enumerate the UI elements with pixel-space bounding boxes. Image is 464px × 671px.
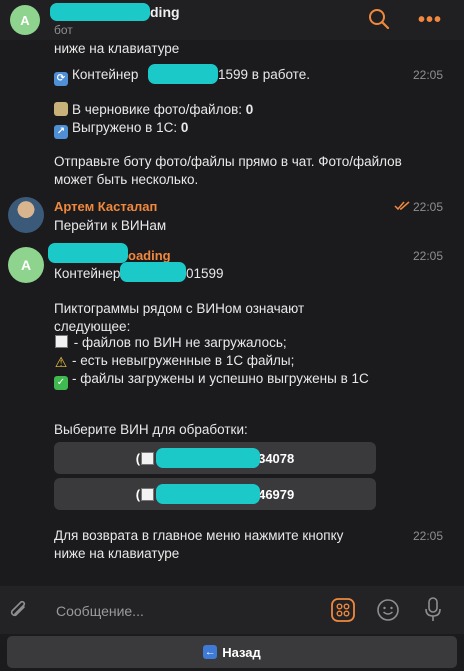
avatar[interactable] (8, 197, 44, 233)
microphone-icon[interactable] (424, 597, 442, 623)
message-text: Перейти к ВИНам (54, 218, 167, 233)
redacted-block (148, 64, 218, 84)
read-checkmarks-icon (394, 201, 410, 211)
white-square-icon (141, 487, 155, 501)
emoji-icon[interactable] (376, 598, 400, 622)
hint-text: Отправьте боту фото/файлы прямо в чат. Ф… (54, 154, 402, 187)
legend-item: ✓ - файлы загружены и успешно выгружены в… (54, 370, 384, 390)
search-icon[interactable] (368, 8, 390, 30)
redacted-block (156, 448, 260, 468)
container-suffix: 01599 (186, 266, 224, 281)
paperclip-icon[interactable] (8, 598, 30, 622)
legend-item: ⚠ - есть невыгруженные в 1С файлы; (54, 353, 295, 370)
container-line: Контейнер (54, 266, 121, 281)
container-status-line: ⟳ Контейнер (54, 66, 138, 86)
message-text: ниже на клавиатуре (54, 41, 180, 56)
redacted-block (48, 243, 128, 263)
chat-header: A ding бот ••• (0, 0, 464, 40)
white-square-icon (55, 335, 68, 348)
bot-commands-icon[interactable] (331, 598, 355, 622)
redacted-block (156, 484, 260, 504)
arrow-left-icon: ← (203, 645, 218, 659)
white-square-icon (141, 451, 155, 465)
check-mark-icon: ✓ (54, 376, 68, 390)
bot-avatar[interactable]: A (8, 247, 44, 283)
chat-subtitle: бот (54, 23, 73, 37)
sender-name: oading (128, 248, 171, 263)
redacted-block (50, 3, 150, 21)
back-button[interactable]: ← Назад (7, 636, 457, 668)
arrow-upright-icon: ↗ (54, 125, 68, 139)
clipboard-icon (54, 102, 68, 116)
message-time: 22:05 (413, 200, 444, 214)
chat-avatar[interactable]: A (10, 5, 40, 35)
more-dots-icon[interactable]: ••• (418, 10, 442, 30)
uploaded-line: ↗ Выгружено в 1С: 0 (54, 119, 188, 139)
draft-line: В черновике фото/файлов: 0 (54, 101, 253, 119)
legend-item: - файлов по ВИН не загружалось; (54, 334, 287, 352)
container-status-suffix: 1599 в работе. (218, 67, 310, 82)
message-input[interactable] (54, 600, 318, 622)
message-time: 22:05 (413, 529, 444, 543)
message-time: 22:05 (413, 68, 444, 82)
refresh-icon: ⟳ (54, 72, 68, 86)
message-time: 22:05 (413, 249, 444, 263)
warning-icon: ⚠ (54, 354, 68, 370)
sender-name: Артем Касталап (54, 199, 158, 214)
choose-prompt: Выберите ВИН для обработки: (54, 422, 248, 437)
redacted-block (120, 262, 186, 282)
legend-intro: Пиктограммы рядом с ВИНом означают следу… (54, 301, 305, 334)
chat-title[interactable]: ding (150, 4, 180, 20)
message-text: Для возврата в главное меню нажмите кноп… (54, 528, 344, 561)
message-composer (0, 586, 464, 634)
